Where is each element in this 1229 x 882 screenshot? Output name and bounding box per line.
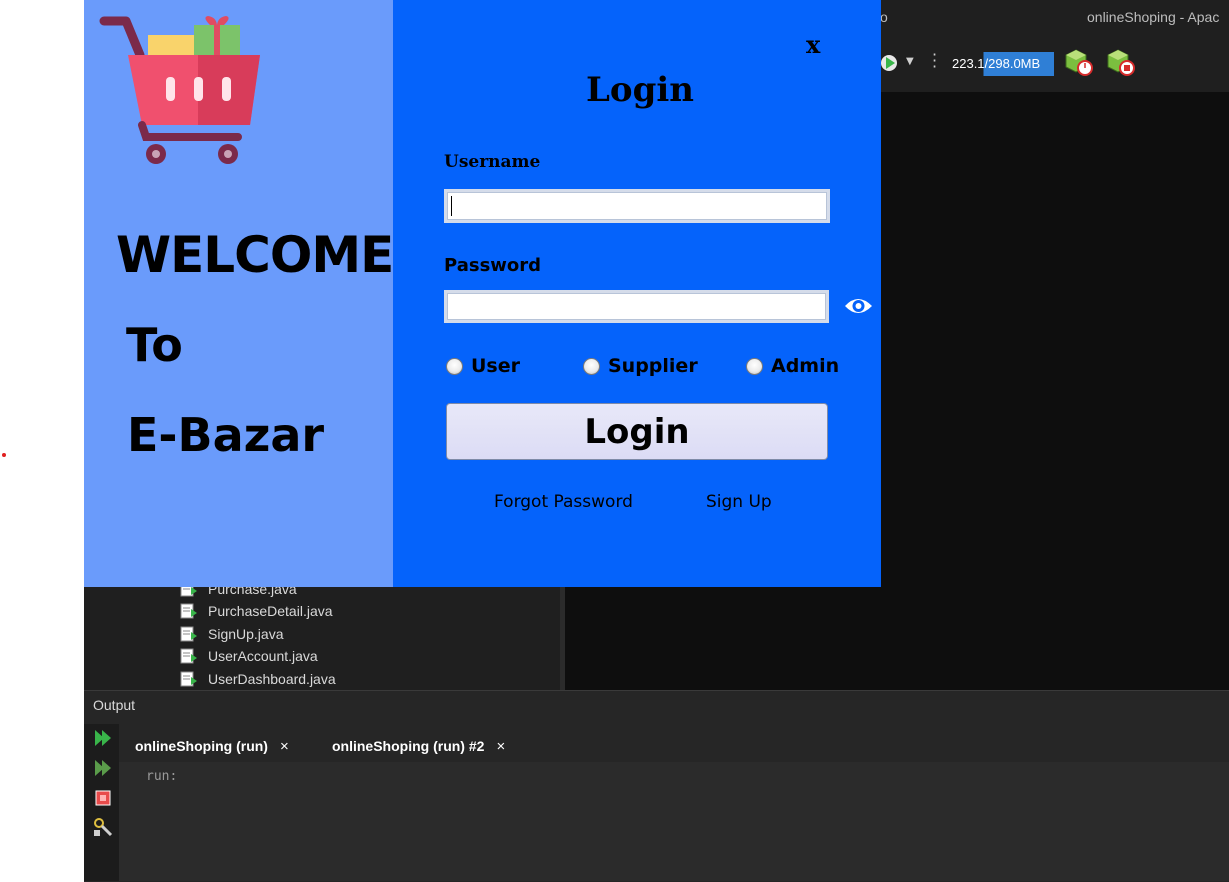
project-file-item[interactable]: PurchaseDetail.java xyxy=(180,600,333,622)
memory-indicator[interactable]: 223.1/298.0MB xyxy=(950,52,1054,76)
output-tab-label: onlineShoping (run) #2 xyxy=(332,738,485,754)
settings-wrench-icon[interactable] xyxy=(93,817,113,837)
forgot-password-link[interactable]: Forgot Password xyxy=(494,492,633,512)
role-label: User xyxy=(471,355,520,377)
username-label: Username xyxy=(444,152,541,172)
profile-project-icon[interactable] xyxy=(1064,48,1094,78)
role-radio-user[interactable]: User xyxy=(446,355,520,377)
file-name: UserAccount.java xyxy=(208,648,318,664)
role-radio-admin[interactable]: Admin xyxy=(746,355,839,377)
file-name: SignUp.java xyxy=(208,626,284,642)
panel-splitter[interactable] xyxy=(560,587,565,690)
login-button[interactable]: Login xyxy=(446,403,828,460)
java-file-icon xyxy=(180,626,197,642)
console-text: run: xyxy=(146,769,178,784)
username-input[interactable] xyxy=(444,189,830,223)
run-project-icon[interactable] xyxy=(880,52,898,74)
java-file-icon xyxy=(180,671,197,687)
login-title: Login xyxy=(586,70,694,110)
project-file-item[interactable]: UserDashboard.java xyxy=(180,668,336,690)
output-panel-title: Output xyxy=(93,697,136,713)
output-tab-label: onlineShoping (run) xyxy=(135,738,268,754)
profile-main-project-icon[interactable] xyxy=(1106,48,1136,78)
output-console[interactable] xyxy=(119,762,1229,881)
role-label: Admin xyxy=(771,355,840,377)
sign-up-link[interactable]: Sign Up xyxy=(706,492,772,512)
close-button[interactable]: x xyxy=(806,30,820,59)
password-input[interactable] xyxy=(444,290,829,323)
rerun-icon[interactable] xyxy=(93,728,113,748)
java-file-icon xyxy=(180,603,197,619)
welcome-to-text: To xyxy=(126,318,183,372)
welcome-heading: WELCOME xyxy=(116,226,394,284)
radio-button[interactable] xyxy=(446,357,463,375)
output-tab-run[interactable]: onlineShoping (run) × xyxy=(135,730,289,762)
ide-window-title: onlineShoping - Apac xyxy=(1087,9,1220,25)
project-file-item[interactable]: UserAccount.java xyxy=(180,645,318,667)
role-label: Supplier xyxy=(608,355,698,377)
output-tab-run-2[interactable]: onlineShoping (run) #2 × xyxy=(318,730,530,764)
file-name: UserDashboard.java xyxy=(208,671,336,687)
close-tab-icon[interactable]: × xyxy=(280,738,289,755)
more-options-icon[interactable]: · · · xyxy=(932,47,938,75)
radio-button[interactable] xyxy=(746,357,763,375)
brand-name: E-Bazar xyxy=(127,408,325,462)
text-cursor xyxy=(451,196,452,216)
role-radio-supplier[interactable]: Supplier xyxy=(583,355,698,377)
ide-title-fragment: o xyxy=(880,9,888,25)
file-name: PurchaseDetail.java xyxy=(208,603,333,619)
java-file-icon xyxy=(180,648,197,664)
close-tab-icon[interactable]: × xyxy=(496,738,505,755)
radio-button[interactable] xyxy=(583,357,600,375)
chevron-down-icon[interactable]: ▼ xyxy=(906,56,914,67)
eye-icon[interactable] xyxy=(844,294,873,318)
shopping-cart-icon xyxy=(99,16,260,164)
stray-red-dot xyxy=(2,453,6,457)
project-file-item[interactable]: SignUp.java xyxy=(180,623,284,645)
password-label: Password xyxy=(444,255,542,276)
stop-icon[interactable] xyxy=(93,788,113,808)
rerun-with-params-icon[interactable] xyxy=(93,758,113,778)
